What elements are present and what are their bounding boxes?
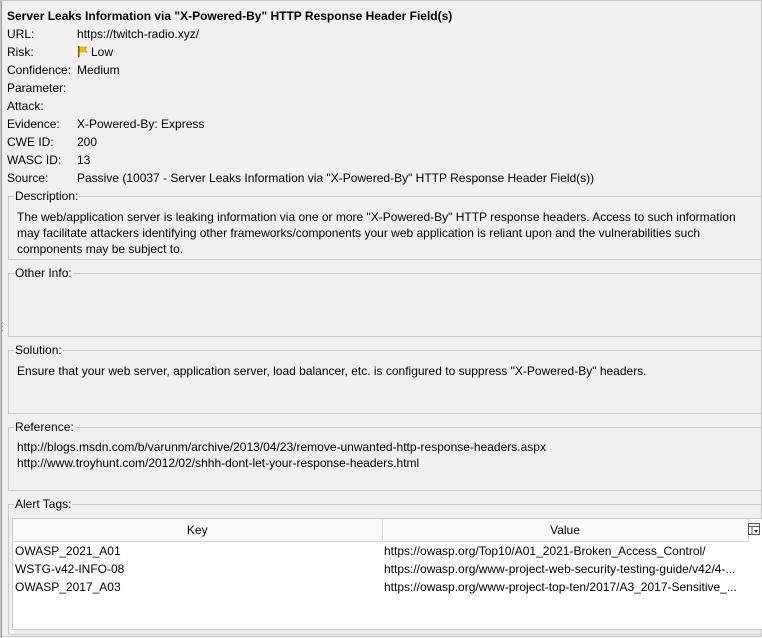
- parameter-label: Parameter:: [7, 81, 67, 95]
- wasc-id-label: WASC ID:: [7, 153, 62, 167]
- tag-key-cell[interactable]: OWASP_2017_A03: [13, 578, 382, 596]
- key-column-header[interactable]: Key: [13, 519, 383, 542]
- cwe-id-label: CWE ID:: [7, 135, 54, 149]
- alert-tags-box: Alert Tags: Key Value OWASP_2021_A01 htt…: [8, 497, 762, 635]
- tag-key-cell[interactable]: WSTG-v42-INFO-08: [13, 560, 382, 578]
- reference-text[interactable]: http://blogs.msdn.com/b/varunm/archive/2…: [17, 439, 752, 471]
- evidence-label: Evidence:: [7, 117, 60, 131]
- url-label: URL:: [7, 27, 35, 41]
- risk-value-text: Low: [91, 45, 114, 59]
- other-info-box: Other Info:: [8, 266, 762, 337]
- table-row[interactable]: OWASP_2021_A01 https://owasp.org/Top10/A…: [13, 542, 748, 561]
- table-row[interactable]: WSTG-v42-INFO-08 https://owasp.org/www-p…: [13, 560, 748, 578]
- reference-label: Reference:: [14, 420, 75, 434]
- solution-label: Solution:: [14, 343, 63, 357]
- other-info-label: Other Info:: [14, 266, 73, 280]
- confidence-value: Medium: [77, 63, 120, 77]
- url-value[interactable]: https://twitch-radio.xyz/: [77, 27, 199, 41]
- confidence-label: Confidence:: [7, 63, 72, 77]
- alert-tags-table[interactable]: Key Value OWASP_2021_A01 https://owasp.o…: [12, 518, 762, 630]
- alert-title: Server Leaks Information via "X-Powered-…: [7, 9, 453, 23]
- attack-label: Attack:: [7, 99, 44, 113]
- tag-key-cell[interactable]: OWASP_2021_A01: [13, 542, 382, 561]
- tag-value-cell[interactable]: https://owasp.org/Top10/A01_2021-Broken_…: [382, 542, 748, 561]
- table-row[interactable]: OWASP_2017_A03 https://owasp.org/www-pro…: [13, 578, 748, 596]
- risk-label: Risk:: [7, 45, 34, 59]
- tag-value-cell[interactable]: https://owasp.org/www-project-top-ten/20…: [382, 578, 748, 596]
- source-value: Passive (10037 - Server Leaks Informatio…: [77, 171, 595, 185]
- wasc-id-value: 13: [77, 153, 91, 167]
- description-text[interactable]: The web/application server is leaking in…: [17, 209, 752, 257]
- alert-details-panel: · · · Server Leaks Information via "X-Powe…: [0, 0, 762, 638]
- column-selector-icon[interactable]: [748, 523, 760, 535]
- reference-link[interactable]: http://www.troyhunt.com/2012/02/shhh-don…: [17, 455, 752, 471]
- source-label: Source:: [7, 171, 49, 185]
- evidence-value: X-Powered-By: Express: [77, 117, 205, 131]
- low-risk-flag-icon: [78, 46, 88, 57]
- splitter-grip-icon[interactable]: · · ·: [1, 318, 4, 335]
- solution-box: Solution: Ensure that your web server, a…: [8, 343, 762, 414]
- reference-link[interactable]: http://blogs.msdn.com/b/varunm/archive/2…: [17, 439, 752, 455]
- solution-text[interactable]: Ensure that your web server, application…: [17, 363, 752, 379]
- cwe-id-value: 200: [77, 135, 98, 149]
- reference-box: Reference: http://blogs.msdn.com/b/varun…: [8, 420, 762, 491]
- alert-tags-label: Alert Tags:: [14, 497, 73, 511]
- description-label: Description:: [14, 189, 80, 203]
- tag-value-cell[interactable]: https://owasp.org/www-project-web-securi…: [382, 560, 748, 578]
- description-box: Description: The web/application server …: [8, 189, 762, 260]
- value-column-header[interactable]: Value: [382, 519, 749, 542]
- risk-value: Low: [77, 45, 113, 59]
